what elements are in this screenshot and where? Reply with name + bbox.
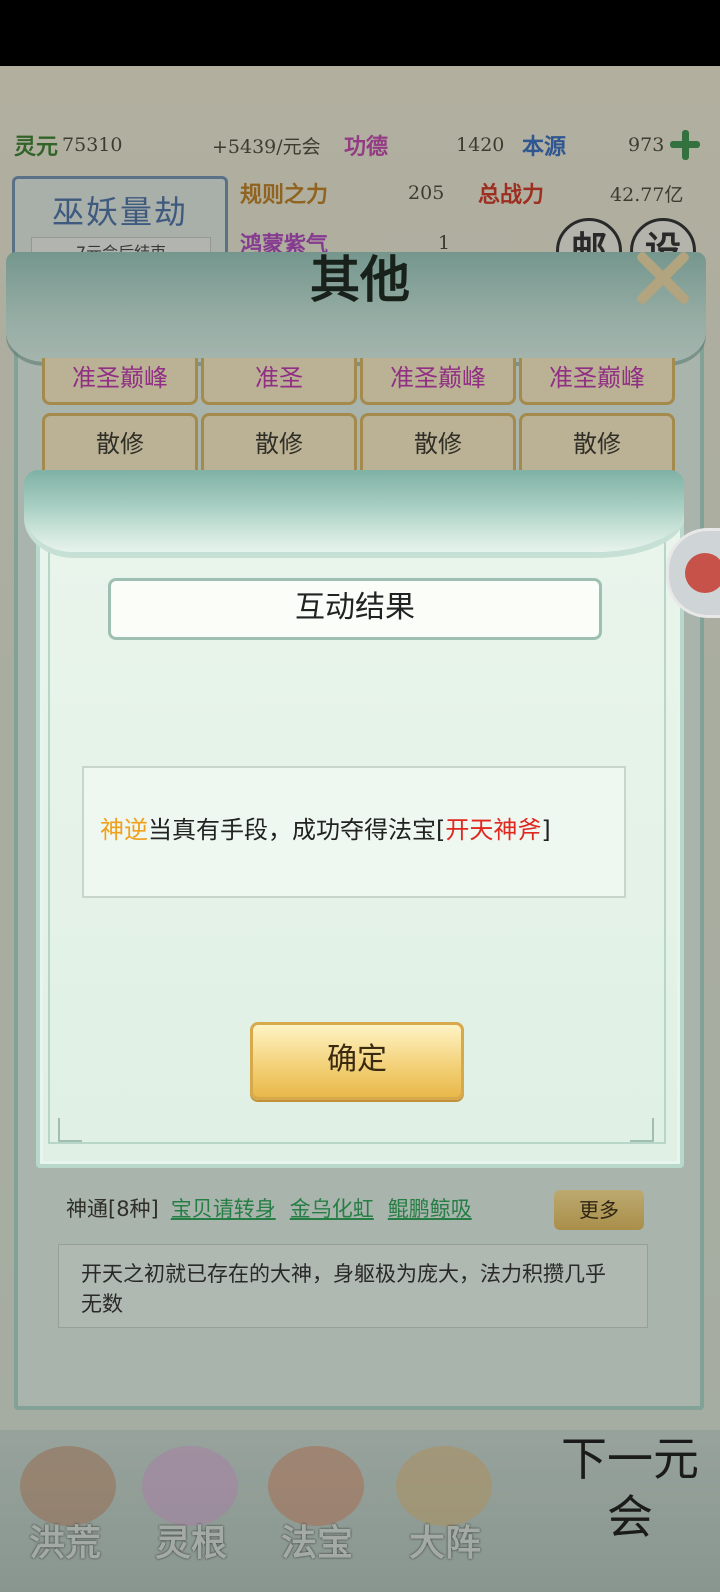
confirm-button[interactable]: 确定 (250, 1022, 464, 1100)
corner-ornament (58, 1118, 82, 1142)
result-middle: 当真有手段，成功夺得法宝[ (148, 816, 446, 844)
result-name: 神逆 (100, 816, 148, 844)
corner-ornament (630, 1118, 654, 1142)
dialog-banner (24, 470, 684, 552)
status-bar (0, 0, 720, 66)
dialog-title: 互动结果 (295, 590, 415, 625)
result-end: ] (541, 816, 551, 844)
result-item: 开天神斧 (445, 816, 542, 844)
badge-icon (685, 553, 720, 593)
result-text: 神逆当真有手段，成功夺得法宝[开天神斧] (100, 810, 620, 850)
